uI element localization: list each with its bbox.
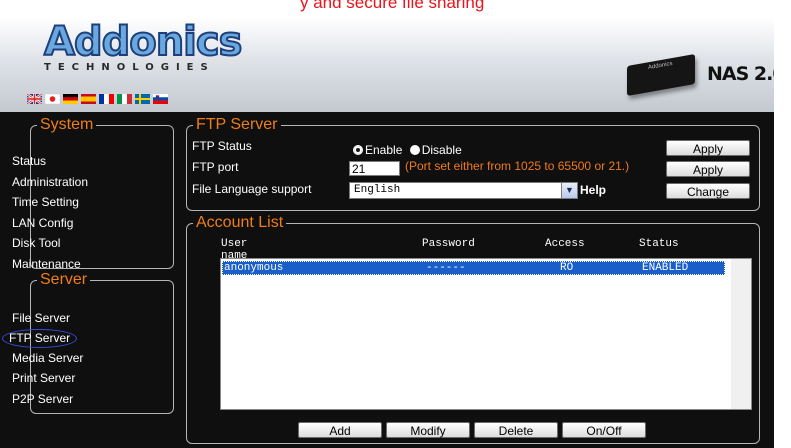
file-language-label: File Language support	[192, 182, 312, 196]
italy-flag[interactable]	[117, 94, 132, 104]
list-scrollbar[interactable]	[731, 259, 751, 409]
ftp-port-input[interactable]	[349, 161, 400, 176]
uk-flag[interactable]	[27, 94, 42, 104]
cell-password: ------	[426, 262, 466, 274]
enable-radio-dot[interactable]	[353, 145, 363, 155]
system-menu: System Status Administration Time Settin…	[12, 116, 174, 271]
nas-device-image	[627, 54, 695, 96]
enable-label: Enable	[365, 143, 403, 157]
disable-label: Disable	[421, 143, 462, 157]
server-menu-title: Server	[40, 271, 88, 288]
file-language-select[interactable]: English ▼	[349, 182, 578, 199]
ftp-port-hint: (Port set either from 1025 to 65500 or 2…	[405, 159, 630, 173]
onoff-account-button[interactable]: On/Off	[562, 422, 646, 438]
chevron-down-icon[interactable]: ▼	[561, 183, 577, 198]
sweden-flag[interactable]	[135, 94, 150, 104]
col-password: Password	[422, 238, 475, 250]
ftp-status-radios: Enable Disable	[353, 143, 462, 157]
ftp-port-label: FTP port	[192, 160, 239, 174]
cell-user: anonymous	[224, 262, 284, 274]
germany-flag[interactable]	[63, 94, 78, 104]
spain-flag[interactable]	[81, 94, 96, 104]
cell-status: ENABLED	[642, 262, 689, 274]
col-access: Access	[545, 238, 585, 250]
nav-status[interactable]: Status	[6, 151, 88, 172]
enable-radio[interactable]: Enable	[353, 143, 402, 157]
system-nav: Status Administration Time Setting LAN C…	[6, 151, 88, 274]
nav-print-server[interactable]: Print Server	[6, 368, 83, 389]
change-language-button[interactable]: Change	[666, 183, 750, 199]
nav-administration[interactable]: Administration	[6, 172, 88, 193]
system-menu-title: System	[40, 116, 94, 133]
logo-subtitle: TECHNOLOGIES	[44, 62, 215, 73]
language-flags	[27, 94, 168, 104]
product-label: NAS 2.0	[707, 63, 786, 85]
apply-status-button[interactable]: Apply	[666, 140, 750, 156]
add-account-button[interactable]: Add	[298, 422, 382, 438]
france-flag[interactable]	[99, 94, 114, 104]
nav-lan-config[interactable]: LAN Config	[6, 213, 88, 234]
top-tagline: y and secure file sharing	[300, 0, 485, 12]
help-link[interactable]: Help	[580, 183, 606, 197]
nav-file-server[interactable]: File Server	[6, 308, 83, 329]
nav-ftp-server[interactable]: FTP Server	[2, 328, 78, 348]
nav-time-setting[interactable]: Time Setting	[6, 192, 88, 213]
apply-port-button[interactable]: Apply	[666, 161, 750, 177]
table-row[interactable]: anonymous ------ RO ENABLED	[222, 261, 725, 275]
japan-flag[interactable]	[45, 94, 60, 104]
file-language-value: English	[354, 184, 401, 196]
header-banner: y and secure file sharing Addonics TECHN…	[0, 0, 791, 112]
delete-account-button[interactable]: Delete	[474, 422, 558, 438]
disable-radio[interactable]: Disable	[409, 143, 462, 157]
logo-wordmark: Addonics	[43, 19, 243, 65]
nav-media-server[interactable]: Media Server	[6, 348, 83, 369]
right-edge	[774, 0, 791, 448]
account-list[interactable]: anonymous ------ RO ENABLED	[220, 258, 752, 410]
server-nav: File Server FTP Server Media Server Prin…	[2, 308, 83, 410]
disable-radio-dot[interactable]	[409, 145, 420, 155]
ftp-server-title: FTP Server	[196, 116, 278, 133]
nav-p2p-server[interactable]: P2P Server	[6, 389, 83, 410]
slovenia-flag[interactable]	[153, 94, 168, 104]
server-menu: Server File Server FTP Server Media Serv…	[2, 271, 174, 414]
modify-account-button[interactable]: Modify	[386, 422, 470, 438]
col-status: Status	[639, 238, 679, 250]
ftp-status-label: FTP Status	[192, 139, 252, 153]
account-list-title: Account List	[196, 214, 284, 231]
nav-disk-tool[interactable]: Disk Tool	[6, 233, 88, 254]
cell-access: RO	[560, 262, 574, 274]
addonics-logo: Addonics TECHNOLOGIES	[43, 19, 243, 73]
